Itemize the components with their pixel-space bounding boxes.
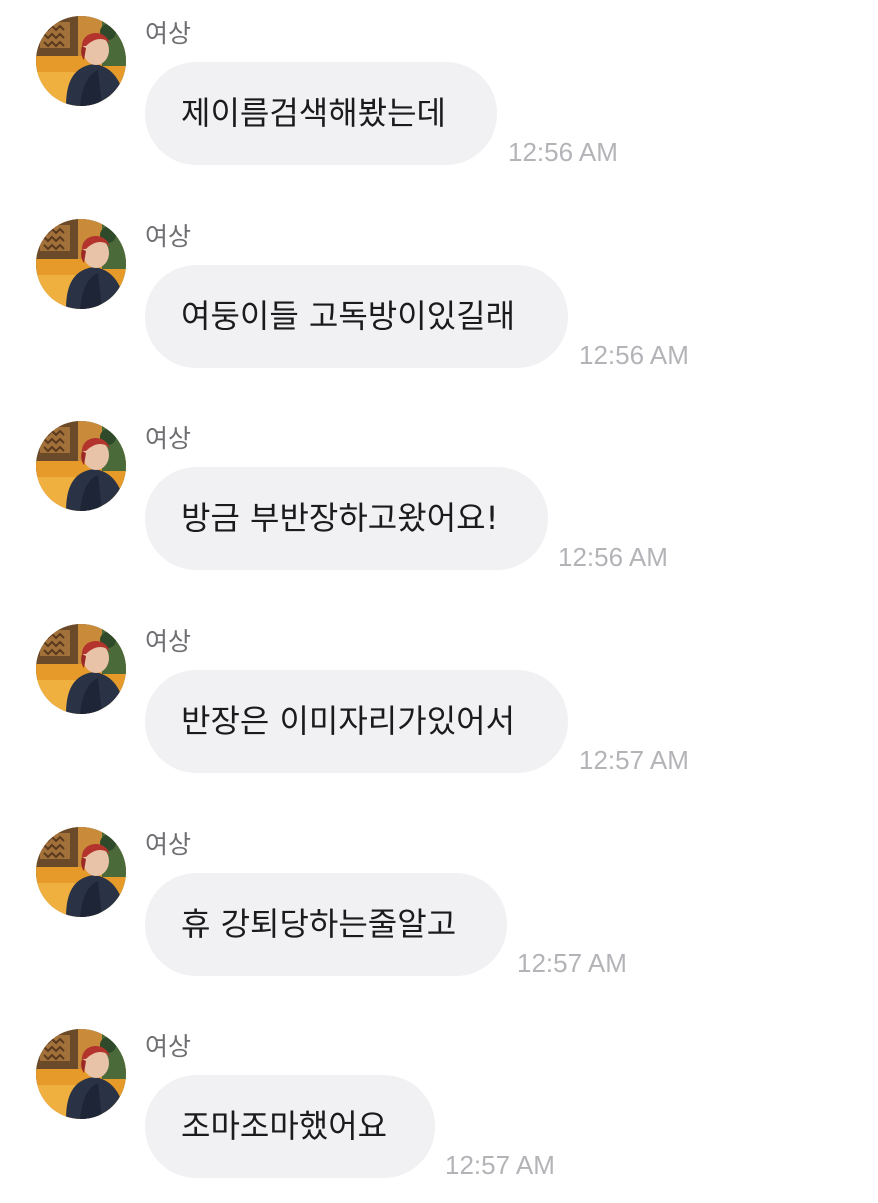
message-bubble[interactable]: 반장은 이미자리가있어서 [145,670,568,773]
message-bubble[interactable]: 제이름검색해봤는데 [145,62,497,165]
avatar[interactable] [36,624,126,714]
sender-name: 여상 [145,222,192,251]
message-row: 여상 조마조마했어요 12:57 AM [0,1013,878,1203]
message-row: 여상 휴 강퇴당하는줄알고 12:57 AM [0,811,878,1001]
message-row: 여상 여둥이들 고독방이있길래 12:56 AM [0,203,878,393]
message-row: 여상 반장은 이미자리가있어서 12:57 AM [0,608,878,798]
message-timestamp: 12:57 AM [445,1150,555,1180]
message-timestamp: 12:56 AM [508,137,618,167]
message-row: 여상 제이름검색해봤는데 12:56 AM [0,0,878,190]
sender-name: 여상 [145,19,192,48]
message-bubble[interactable]: 방금 부반장하고왔어요! [145,467,548,570]
avatar[interactable] [36,421,126,511]
sender-name: 여상 [145,424,192,453]
message-bubble[interactable]: 조마조마했어요 [145,1075,435,1178]
message-timestamp: 12:56 AM [558,542,668,572]
avatar[interactable] [36,16,126,106]
avatar[interactable] [36,827,126,917]
message-row: 여상 방금 부반장하고왔어요! 12:56 AM [0,405,878,595]
sender-name: 여상 [145,627,192,656]
message-timestamp: 12:56 AM [579,340,689,370]
message-timestamp: 12:57 AM [579,745,689,775]
message-bubble[interactable]: 휴 강퇴당하는줄알고 [145,873,507,976]
sender-name: 여상 [145,1032,192,1061]
sender-name: 여상 [145,830,192,859]
avatar[interactable] [36,219,126,309]
avatar[interactable] [36,1029,126,1119]
message-bubble[interactable]: 여둥이들 고독방이있길래 [145,265,568,368]
message-timestamp: 12:57 AM [517,948,627,978]
